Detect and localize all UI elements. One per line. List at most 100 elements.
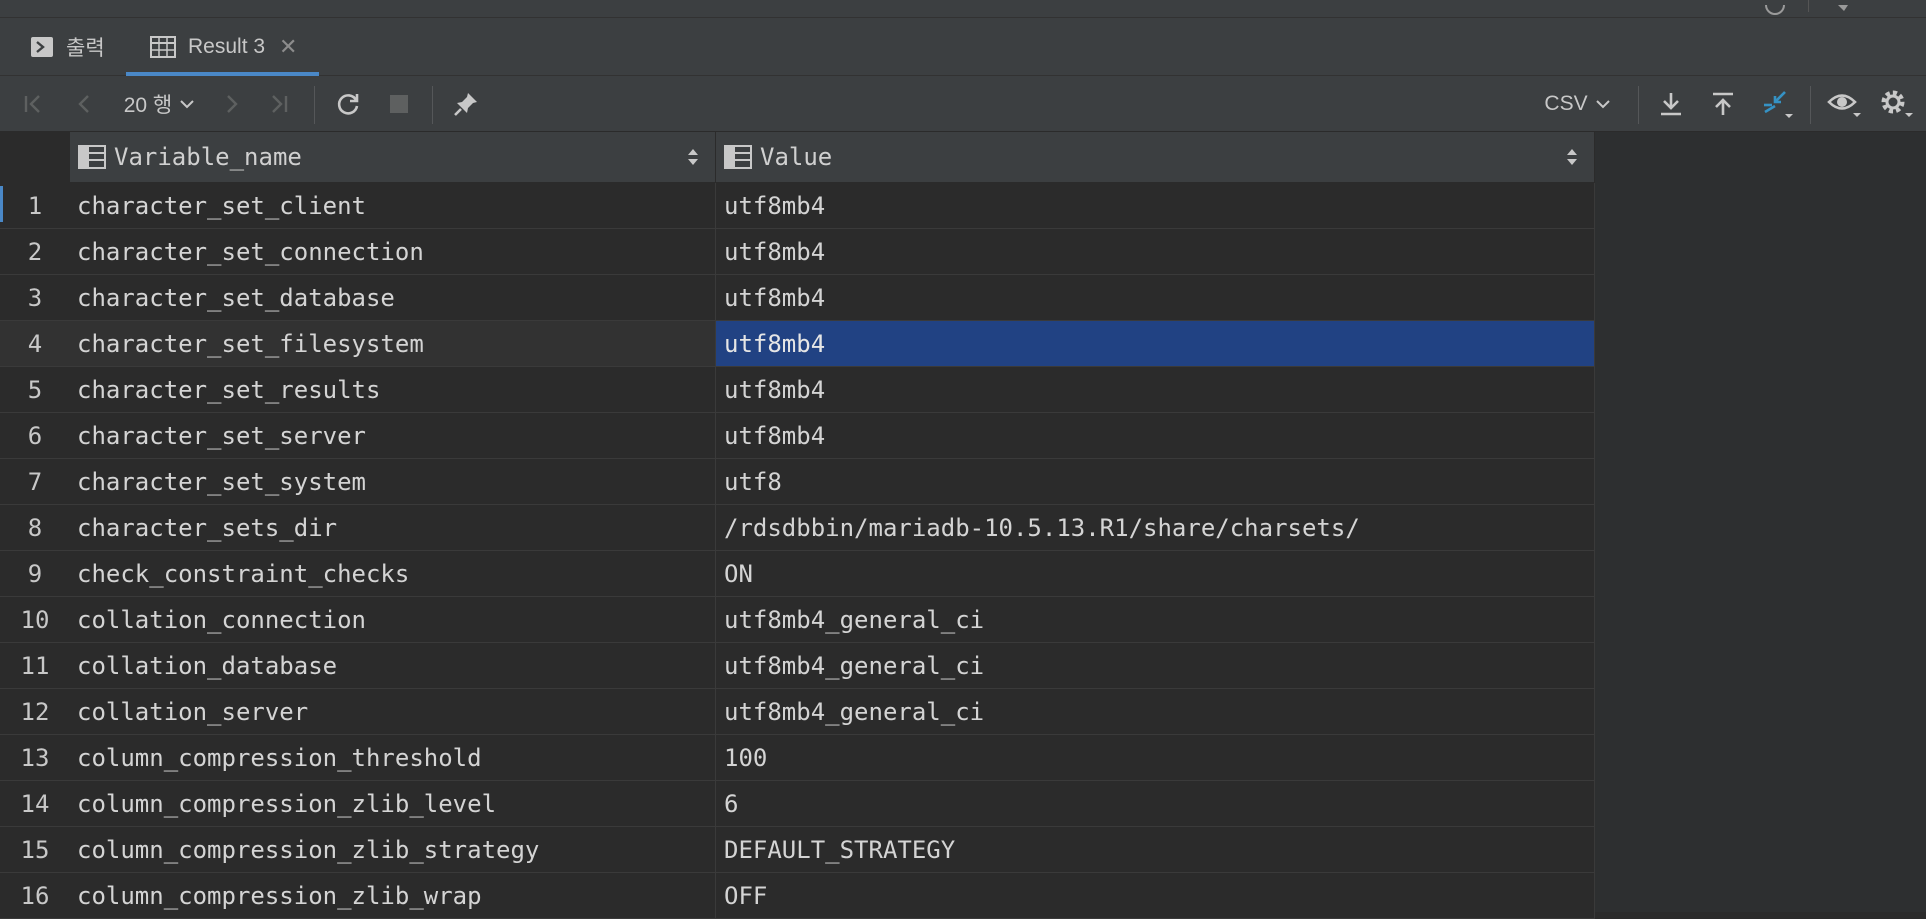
toolbar-divider bbox=[314, 86, 315, 124]
settings-button[interactable] bbox=[1878, 76, 1914, 132]
cell-variable-name[interactable]: collation_connection bbox=[70, 597, 716, 643]
chevron-right-icon bbox=[227, 95, 238, 113]
stop-button[interactable] bbox=[384, 76, 414, 132]
cell-value[interactable]: 100 bbox=[716, 735, 1595, 781]
cell-value[interactable]: utf8mb4 bbox=[716, 229, 1595, 275]
eye-icon bbox=[1827, 94, 1861, 117]
sort-icon[interactable] bbox=[687, 146, 699, 174]
tab-result-3[interactable]: Result 3 ✕ bbox=[126, 18, 320, 76]
row-number: 7 bbox=[0, 459, 70, 505]
cell-variable-name[interactable]: character_set_client bbox=[70, 183, 716, 229]
toolbar-divider-3 bbox=[1638, 86, 1639, 124]
first-page-button[interactable] bbox=[18, 76, 48, 132]
table-row[interactable]: 15 column_compression_zlib_strategy DEFAUL… bbox=[0, 827, 1595, 873]
table-row[interactable]: 3 character_set_database utf8mb4 bbox=[0, 275, 1595, 321]
cell-value[interactable]: utf8mb4 bbox=[716, 413, 1595, 459]
result-toolbar: 20 행 CSV bbox=[0, 76, 1926, 132]
cell-value[interactable]: ON bbox=[716, 551, 1595, 597]
chevron-down-icon bbox=[1595, 100, 1610, 109]
grid-empty-area bbox=[1595, 132, 1926, 912]
cell-variable-name[interactable]: column_compression_zlib_level bbox=[70, 781, 716, 827]
cell-value[interactable]: utf8mb4 bbox=[716, 367, 1595, 413]
cell-variable-name[interactable]: character_set_system bbox=[70, 459, 716, 505]
row-number: 15 bbox=[0, 827, 70, 873]
table-row[interactable]: 10 collation_connection utf8mb4_general_ci bbox=[0, 597, 1595, 643]
row-number-header bbox=[0, 132, 70, 182]
row-number: 11 bbox=[0, 643, 70, 689]
top-strip bbox=[0, 0, 1926, 18]
table-row[interactable]: 14 column_compression_zlib_level 6 bbox=[0, 781, 1595, 827]
cell-value[interactable]: utf8mb4_general_ci bbox=[716, 643, 1595, 689]
next-page-button[interactable] bbox=[216, 76, 246, 132]
cell-variable-name[interactable]: character_set_server bbox=[70, 413, 716, 459]
cell-value[interactable]: utf8mb4 bbox=[716, 275, 1595, 321]
table-row[interactable]: 13 column_compression_threshold 100 bbox=[0, 735, 1595, 781]
table-row[interactable]: 7 character_set_system utf8 bbox=[0, 459, 1595, 505]
result-grid: Variable_name Value 1 character_set_clien… bbox=[0, 132, 1926, 919]
pin-icon-top[interactable] bbox=[1832, 0, 1854, 11]
export-format-dropdown[interactable]: CSV bbox=[1540, 76, 1616, 132]
column-header-value[interactable]: Value bbox=[716, 132, 1595, 182]
table-row[interactable]: 5 character_set_results utf8mb4 bbox=[0, 367, 1595, 413]
row-number: 14 bbox=[0, 781, 70, 827]
cell-variable-name[interactable]: column_compression_zlib_wrap bbox=[70, 873, 716, 919]
cell-variable-name[interactable]: collation_server bbox=[70, 689, 716, 735]
table-row[interactable]: 12 collation_server utf8mb4_general_ci bbox=[0, 689, 1595, 735]
cell-value[interactable]: OFF bbox=[716, 873, 1595, 919]
cell-value[interactable]: utf8 bbox=[716, 459, 1595, 505]
cell-variable-name[interactable]: check_constraint_checks bbox=[70, 551, 716, 597]
table-row[interactable]: 8 character_sets_dir/rdsdbbin/mariadb-10.… bbox=[0, 505, 1595, 551]
column-icon bbox=[78, 144, 106, 170]
table-row[interactable]: 11 collation_database utf8mb4_general_ci bbox=[0, 643, 1595, 689]
cell-value[interactable]: DEFAULT_STRATEGY bbox=[716, 827, 1595, 873]
column-header-variable-name[interactable]: Variable_name bbox=[70, 132, 716, 182]
cell-variable-name[interactable]: character_set_database bbox=[70, 275, 716, 321]
last-page-button[interactable] bbox=[264, 76, 294, 132]
cell-value[interactable]: /rdsdbbin/mariadb-10.5.13.R1/share/chars… bbox=[716, 505, 1595, 551]
view-options-button[interactable] bbox=[1826, 76, 1862, 132]
console-icon bbox=[30, 36, 54, 58]
pin-tab-button[interactable] bbox=[450, 76, 482, 132]
table-row[interactable]: 9 check_constraint_checks ON bbox=[0, 551, 1595, 597]
cell-variable-name[interactable]: column_compression_zlib_strategy bbox=[70, 827, 716, 873]
download-icon bbox=[1661, 93, 1681, 116]
compare-button[interactable] bbox=[1760, 76, 1794, 132]
cell-variable-name[interactable]: column_compression_threshold bbox=[70, 735, 716, 781]
cell-value[interactable]: utf8mb4 bbox=[716, 183, 1595, 229]
previous-page-button[interactable] bbox=[70, 76, 100, 132]
table-row[interactable]: 6 character_set_server utf8mb4 bbox=[0, 413, 1595, 459]
cell-variable-name[interactable]: character_set_filesystem bbox=[70, 321, 716, 367]
column-icon bbox=[724, 144, 752, 170]
refresh-button[interactable] bbox=[332, 76, 364, 132]
cell-variable-name[interactable]: collation_database bbox=[70, 643, 716, 689]
last-page-icon bbox=[272, 95, 288, 113]
tab-output[interactable]: 출력 bbox=[30, 18, 105, 76]
chevron-left-icon bbox=[78, 95, 89, 113]
column-header-label: Variable_name bbox=[114, 143, 302, 171]
cell-value[interactable]: utf8mb4_general_ci bbox=[716, 689, 1595, 735]
cell-value[interactable]: 6 bbox=[716, 781, 1595, 827]
page-size-dropdown[interactable]: 20 행 bbox=[118, 76, 202, 132]
first-page-icon bbox=[24, 95, 40, 113]
table-row[interactable]: 1 character_set_client utf8mb4 bbox=[0, 183, 1595, 229]
table-row[interactable]: 2 character_set_connection utf8mb4 bbox=[0, 229, 1595, 275]
sort-icon[interactable] bbox=[1566, 146, 1578, 174]
row-number: 13 bbox=[0, 735, 70, 781]
gear-icon bbox=[1881, 90, 1913, 117]
upload-button[interactable] bbox=[1708, 76, 1738, 132]
cell-value[interactable]: utf8mb4_general_ci bbox=[716, 597, 1595, 643]
cell-variable-name[interactable]: character_sets_dir bbox=[70, 505, 716, 551]
table-row[interactable]: 4 character_set_filesystem utf8mb4 bbox=[0, 321, 1595, 367]
table-row[interactable]: 16 column_compression_zlib_wrap OFF bbox=[0, 873, 1595, 919]
row-number: 3 bbox=[0, 275, 70, 321]
row-number: 6 bbox=[0, 413, 70, 459]
download-button[interactable] bbox=[1656, 76, 1686, 132]
cell-variable-name[interactable]: character_set_connection bbox=[70, 229, 716, 275]
close-tab-icon[interactable]: ✕ bbox=[279, 34, 297, 60]
chevron-down-icon bbox=[180, 100, 194, 109]
toolbar-divider-2 bbox=[432, 86, 433, 124]
info-icon[interactable] bbox=[1764, 0, 1786, 15]
cell-value[interactable]: utf8mb4 bbox=[716, 321, 1595, 367]
cell-variable-name[interactable]: character_set_results bbox=[70, 367, 716, 413]
result-tab-bar: 출력 Result 3 ✕ bbox=[0, 18, 1926, 76]
